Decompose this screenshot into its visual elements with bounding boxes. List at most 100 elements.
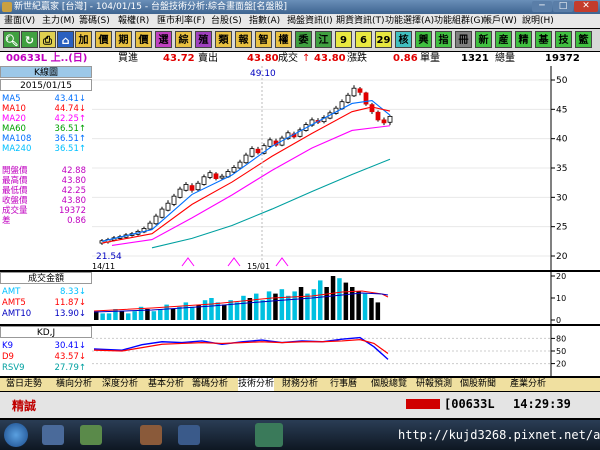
toolbar-button[interactable]: 6 bbox=[355, 31, 372, 48]
toolbar-button[interactable]: 新 bbox=[475, 31, 492, 48]
code-label[interactable]: [00633L bbox=[444, 397, 495, 411]
toolbar-button[interactable]: 殖 bbox=[195, 31, 212, 48]
refresh-icon[interactable]: ↻ bbox=[21, 31, 38, 48]
taskbar-app-icon[interactable] bbox=[140, 425, 162, 445]
y-tick-label: 20 bbox=[556, 272, 566, 281]
minimize-button[interactable]: ─ bbox=[532, 1, 552, 12]
y-tick-label: 35 bbox=[556, 164, 567, 174]
toolbar-button[interactable]: 9 bbox=[335, 31, 352, 48]
toolbar-button[interactable]: 委 bbox=[295, 31, 312, 48]
toolbar: 🔍︎ ↻ ⎙ ⌂ 加價期價選綜殖類報智權委江 9 6 29 核興指冊新産精基技籃 bbox=[0, 29, 600, 51]
menu-item[interactable]: 主力(M) bbox=[42, 14, 75, 28]
menu-item[interactable]: 功能選擇(A) bbox=[385, 14, 434, 28]
tab-7[interactable]: 行事曆 bbox=[330, 378, 357, 391]
toolbar-button[interactable]: 冊 bbox=[455, 31, 472, 48]
y-tick-label: 45 bbox=[556, 105, 567, 115]
toolbar-button[interactable]: 選 bbox=[155, 31, 172, 48]
volume-bar bbox=[126, 313, 131, 320]
ohlc-row: 收盤價 43.80 bbox=[2, 196, 90, 206]
kline-info-panel: K線圖 2015/01/15 MA5 43.41↓ MA10 44.74↓ MA20 42… bbox=[0, 66, 92, 270]
candle-body bbox=[357, 88, 363, 93]
menu-item[interactable]: 揭盤資訊(I) bbox=[287, 14, 333, 28]
start-button[interactable] bbox=[4, 423, 28, 447]
kd-chart[interactable] bbox=[92, 326, 550, 376]
ma-arrow: ↓ bbox=[78, 94, 86, 104]
total-volume-value: 19372 bbox=[545, 53, 580, 64]
kd-arrow: ↓ bbox=[78, 341, 86, 351]
tab-5[interactable]: 技術分析 bbox=[238, 378, 275, 391]
ma-arrow: ↑ bbox=[78, 124, 86, 134]
toolbar-button[interactable]: 産 bbox=[495, 31, 512, 48]
print-icon[interactable]: ⎙ bbox=[39, 31, 56, 48]
kline-title: K線圖 bbox=[0, 66, 92, 78]
menu-item[interactable]: 籌碼(S) bbox=[79, 14, 110, 28]
ma-number: 36.51 bbox=[54, 124, 79, 134]
menu-item[interactable]: 畫面(V) bbox=[4, 14, 35, 28]
taskbar-app-icon[interactable] bbox=[42, 425, 64, 445]
symbol-label[interactable]: 00633L 上..(日) bbox=[6, 52, 87, 66]
close-button[interactable]: ✕ bbox=[574, 1, 598, 12]
amt-arrow: ↓ bbox=[78, 309, 86, 319]
menu-item[interactable]: 台股(S) bbox=[211, 14, 242, 28]
volume-bar bbox=[362, 293, 368, 320]
toolbar-button[interactable]: 核 bbox=[395, 31, 412, 48]
maximize-button[interactable]: □ bbox=[553, 1, 573, 12]
volume-bar bbox=[183, 302, 189, 320]
search-icon[interactable]: 🔍︎ bbox=[3, 31, 20, 48]
ma-value: 42.25↑ bbox=[55, 114, 86, 124]
tab-4[interactable]: 籌碼分析 bbox=[192, 378, 228, 391]
tab-2[interactable]: 深度分析 bbox=[102, 378, 138, 391]
toolbar-button[interactable]: 指 bbox=[435, 31, 452, 48]
menu-item[interactable]: 功能組群(G) bbox=[434, 14, 484, 28]
toolbar-button[interactable]: 精 bbox=[515, 31, 532, 48]
menu-item[interactable]: 說明(H) bbox=[522, 14, 554, 28]
toolbar-button[interactable]: 價 bbox=[95, 31, 112, 48]
kline-y-axis: 50 45 40 35 30 25 20 bbox=[550, 66, 600, 270]
menu-item[interactable]: 匯市利率(F) bbox=[157, 14, 205, 28]
y-tick-label: 50 bbox=[556, 347, 566, 356]
tab-10[interactable]: 個股新聞 bbox=[460, 378, 496, 391]
toolbar-button[interactable]: 期 bbox=[115, 31, 132, 48]
taskbar-app-icon[interactable] bbox=[80, 425, 102, 445]
toolbar-button[interactable]: 報 bbox=[235, 31, 252, 48]
kline-chart[interactable]: 49.10 21.54 14/11 15/01 bbox=[92, 66, 550, 271]
tab-3[interactable]: 基本分析 bbox=[148, 378, 184, 391]
home-icon[interactable]: ⌂ bbox=[57, 31, 74, 48]
tab-0[interactable]: 當日走勢 bbox=[6, 378, 42, 391]
toolbar-button[interactable]: 價 bbox=[135, 31, 152, 48]
candle-body bbox=[363, 92, 369, 105]
tab-9[interactable]: 研報預測 bbox=[416, 378, 452, 391]
toolbar-button[interactable]: 基 bbox=[535, 31, 552, 48]
amt-value: 11.87↓ bbox=[55, 298, 86, 308]
menu-item[interactable]: 報權(R) bbox=[118, 14, 149, 28]
tab-6[interactable]: 財務分析 bbox=[282, 378, 318, 391]
toolbar-button[interactable]: 29 bbox=[375, 31, 392, 48]
toolbar-button[interactable]: 綜 bbox=[175, 31, 192, 48]
toolbar-button[interactable]: 加 bbox=[75, 31, 92, 48]
volume-chart[interactable] bbox=[92, 272, 550, 324]
taskbar-app-icon[interactable] bbox=[255, 423, 283, 447]
tab-8[interactable]: 個股總覽 bbox=[371, 378, 407, 391]
menu-item[interactable]: 指數(A) bbox=[249, 14, 280, 28]
ohlc-label: 開盤價 bbox=[2, 166, 28, 176]
menu-item[interactable]: 帳戶(W) bbox=[483, 14, 517, 28]
volume-bar bbox=[119, 311, 125, 320]
volume-chart-svg bbox=[93, 276, 389, 320]
taskbar-app-icon[interactable] bbox=[178, 425, 200, 445]
toolbar-button[interactable]: 興 bbox=[415, 31, 432, 48]
volume-bar bbox=[158, 309, 163, 320]
toolbar-button[interactable]: 技 bbox=[555, 31, 572, 48]
volume-bar bbox=[222, 304, 227, 320]
title-bar: 新世紀贏家 [台灣] - 104/01/15 - 台盤技術分析:綜合畫面盤[名盤… bbox=[0, 0, 600, 14]
tab-11[interactable]: 產業分析 bbox=[510, 378, 546, 391]
toolbar-button[interactable]: 權 bbox=[275, 31, 292, 48]
signal-marker bbox=[227, 257, 241, 267]
toolbar-button[interactable]: 江 bbox=[315, 31, 332, 48]
tab-1[interactable]: 橫向分析 bbox=[56, 378, 92, 391]
toolbar-button[interactable]: 籃 bbox=[575, 31, 592, 48]
menu-item[interactable]: 期貨資訊(T) bbox=[336, 14, 385, 28]
amt-label: AMT5 bbox=[2, 298, 26, 308]
toolbar-button[interactable]: 智 bbox=[255, 31, 272, 48]
volume-bar bbox=[266, 291, 272, 320]
toolbar-button[interactable]: 類 bbox=[215, 31, 232, 48]
